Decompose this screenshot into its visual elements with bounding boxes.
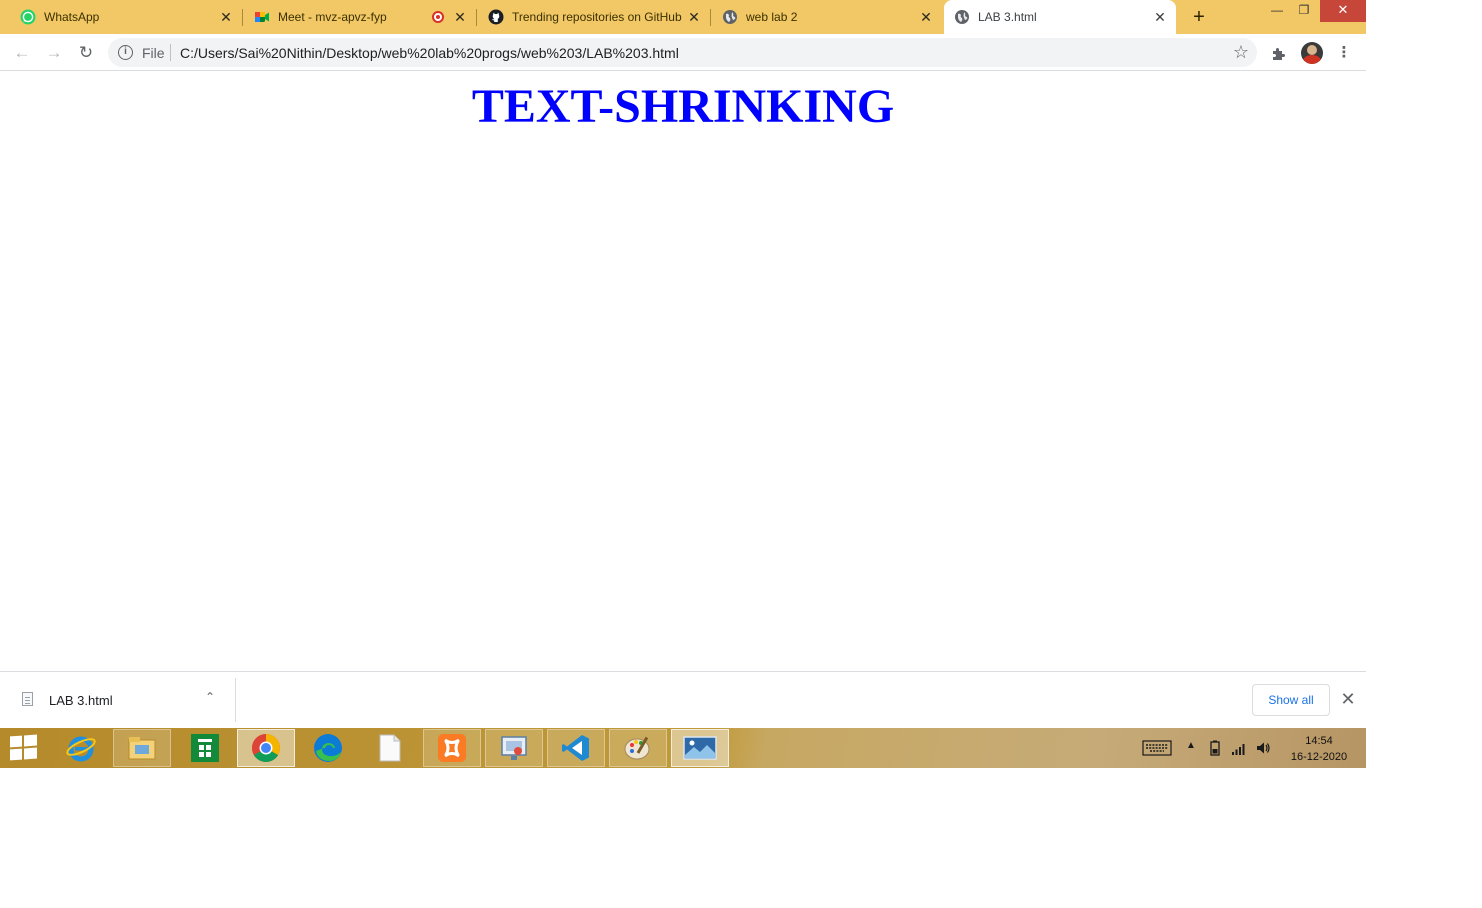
restore-button[interactable]: ❐ bbox=[1289, 0, 1319, 22]
scheme-label: File bbox=[142, 45, 165, 61]
tab-strip: WhatsApp ✕ Meet - mvz-apvz-fyp ✕ Trendin… bbox=[0, 0, 1366, 34]
menu-kebab-icon[interactable]: ⋮ bbox=[1333, 42, 1355, 64]
close-tab-icon[interactable]: ✕ bbox=[452, 9, 468, 25]
screen: WhatsApp ✕ Meet - mvz-apvz-fyp ✕ Trendin… bbox=[0, 0, 1366, 768]
close-tab-icon[interactable]: ✕ bbox=[218, 9, 234, 25]
network-signal-icon[interactable] bbox=[1231, 740, 1247, 759]
tab-title: LAB 3.html bbox=[978, 10, 1037, 24]
reload-button[interactable]: ↻ bbox=[73, 40, 99, 66]
battery-icon[interactable] bbox=[1207, 740, 1223, 759]
tab-title: WhatsApp bbox=[44, 10, 100, 24]
globe-icon bbox=[722, 9, 738, 25]
clock-date: 16-12-2020 bbox=[1290, 751, 1348, 763]
paint-icon[interactable] bbox=[609, 729, 667, 767]
photos-icon[interactable] bbox=[671, 729, 729, 767]
chrome-icon[interactable] bbox=[237, 729, 295, 767]
internet-explorer-icon[interactable] bbox=[52, 729, 110, 767]
edge-icon[interactable] bbox=[299, 729, 357, 767]
tab-title: Meet - mvz-apvz-fyp bbox=[278, 10, 387, 24]
download-filename: LAB 3.html bbox=[49, 693, 113, 708]
address-divider bbox=[170, 44, 171, 61]
tab-title: Trending repositories on GitHub bbox=[512, 10, 682, 24]
extensions-icon[interactable] bbox=[1268, 42, 1290, 64]
browser-toolbar: ← → ↻ i File C:/Users/Sai%20Nithin/Deskt… bbox=[0, 34, 1366, 71]
taskbar: ▲ 14:54 16-12-2020 bbox=[0, 728, 1366, 768]
show-all-button[interactable]: Show all bbox=[1252, 684, 1330, 716]
page-viewport: TEXT-SHRINKING bbox=[0, 71, 1366, 671]
tab-separator bbox=[242, 9, 243, 26]
vscode-icon[interactable] bbox=[547, 729, 605, 767]
new-tab-button[interactable]: + bbox=[1187, 6, 1211, 28]
tab-web-lab-2[interactable]: web lab 2 ✕ bbox=[712, 0, 942, 34]
document-icon bbox=[22, 692, 33, 706]
minimize-button[interactable]: — bbox=[1262, 0, 1292, 22]
whatsapp-icon bbox=[20, 9, 36, 25]
volume-icon[interactable] bbox=[1255, 740, 1271, 759]
download-item[interactable]: LAB 3.html ⌃ bbox=[0, 678, 236, 722]
notepad-icon[interactable] bbox=[361, 729, 419, 767]
close-tab-icon[interactable]: ✕ bbox=[686, 9, 702, 25]
xampp-icon[interactable] bbox=[423, 729, 481, 767]
clock-time: 14:54 bbox=[1305, 735, 1333, 747]
recording-icon bbox=[432, 11, 444, 23]
tab-title: web lab 2 bbox=[746, 10, 798, 24]
forward-button[interactable]: → bbox=[41, 40, 67, 66]
tab-whatsapp[interactable]: WhatsApp ✕ bbox=[10, 0, 243, 34]
address-bar[interactable]: i File C:/Users/Sai%20Nithin/Desktop/web… bbox=[108, 38, 1257, 67]
tab-separator bbox=[710, 9, 711, 26]
chevron-up-icon[interactable]: ⌃ bbox=[205, 690, 215, 704]
close-tab-icon[interactable]: ✕ bbox=[1152, 9, 1168, 25]
profile-avatar[interactable] bbox=[1301, 42, 1323, 64]
snipping-tool-icon[interactable] bbox=[485, 729, 543, 767]
github-icon bbox=[488, 9, 504, 25]
tab-separator bbox=[476, 9, 477, 26]
tab-lab-3[interactable]: LAB 3.html ✕ bbox=[944, 0, 1176, 34]
url-text[interactable]: C:/Users/Sai%20Nithin/Desktop/web%20lab%… bbox=[180, 45, 679, 61]
info-icon[interactable]: i bbox=[118, 45, 133, 60]
windows-start-icon[interactable] bbox=[10, 734, 38, 761]
store-icon[interactable] bbox=[176, 729, 234, 767]
google-meet-icon bbox=[254, 9, 270, 25]
close-tab-icon[interactable]: ✕ bbox=[918, 9, 934, 25]
globe-icon bbox=[954, 9, 970, 25]
download-shelf: LAB 3.html ⌃ Show all ✕ bbox=[0, 671, 1366, 728]
tab-meet[interactable]: Meet - mvz-apvz-fyp ✕ bbox=[244, 0, 477, 34]
show-hidden-icons-icon[interactable]: ▲ bbox=[1186, 740, 1196, 751]
window-close-button[interactable]: ✕ bbox=[1320, 0, 1366, 22]
system-clock[interactable]: 14:54 16-12-2020 bbox=[1284, 733, 1354, 765]
touch-keyboard-icon[interactable] bbox=[1142, 740, 1172, 759]
tab-github[interactable]: Trending repositories on GitHub ✕ bbox=[478, 0, 711, 34]
back-button[interactable]: ← bbox=[9, 40, 35, 66]
file-explorer-icon[interactable] bbox=[113, 729, 171, 767]
close-shelf-icon[interactable]: ✕ bbox=[1338, 689, 1358, 709]
bookmark-star-icon[interactable]: ☆ bbox=[1233, 42, 1249, 63]
page-heading: TEXT-SHRINKING bbox=[471, 80, 895, 133]
